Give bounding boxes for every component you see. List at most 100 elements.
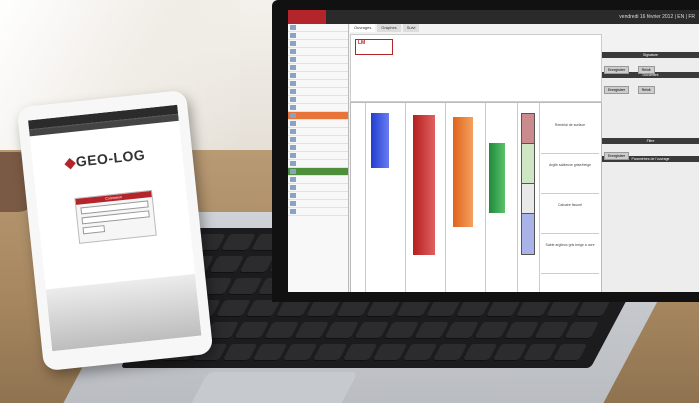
keyboard-key bbox=[365, 300, 401, 317]
list-item[interactable] bbox=[288, 200, 348, 208]
list-item[interactable] bbox=[288, 48, 348, 56]
keyboard-key bbox=[455, 300, 491, 317]
borehole-list bbox=[288, 24, 349, 292]
keyboard-key bbox=[545, 300, 581, 317]
app-topbar: vendredi 16 février 2012 | EN | FR bbox=[288, 10, 699, 24]
list-item[interactable] bbox=[288, 104, 348, 112]
list-item[interactable] bbox=[288, 72, 348, 80]
keyboard-key bbox=[233, 322, 270, 339]
company-logo: LM bbox=[355, 39, 393, 55]
list-item-highlighted[interactable] bbox=[288, 168, 348, 176]
litho-layer bbox=[521, 113, 535, 145]
keyboard-key bbox=[252, 344, 288, 361]
tab-ouvrages[interactable]: Ouvrages bbox=[350, 24, 376, 32]
list-item[interactable] bbox=[288, 96, 348, 104]
keyboard-key bbox=[425, 300, 461, 317]
keyboard-key bbox=[293, 322, 330, 339]
tab-suivi[interactable]: Suivi bbox=[402, 24, 420, 32]
keyboard-key bbox=[342, 344, 378, 361]
layer-description: Calcaire fissuré bbox=[541, 203, 599, 234]
geolog-logo: ◆GEO-LOG bbox=[64, 146, 146, 171]
layer-description: Sable argileux gris beige à ocre bbox=[541, 243, 599, 274]
list-item[interactable] bbox=[288, 144, 348, 152]
list-item[interactable] bbox=[288, 176, 348, 184]
app-brand-block bbox=[288, 10, 326, 24]
keyboard-key bbox=[245, 300, 281, 317]
keyboard-key bbox=[462, 344, 498, 361]
side-panel: Signature Enregistrer Réinit Document En… bbox=[602, 52, 699, 292]
list-item[interactable] bbox=[288, 128, 348, 136]
litho-layer bbox=[521, 183, 535, 215]
curve-red bbox=[413, 115, 435, 255]
keyboard-key bbox=[353, 322, 390, 339]
keyboard-key bbox=[335, 300, 371, 317]
litho-layer bbox=[521, 143, 535, 185]
list-item[interactable] bbox=[288, 64, 348, 72]
keyboard-key bbox=[275, 300, 311, 317]
litho-layer bbox=[521, 213, 535, 255]
topbar-date: vendredi 16 février 2012 | EN | FR bbox=[619, 14, 695, 20]
keyboard-key bbox=[473, 322, 510, 339]
login-button[interactable] bbox=[82, 225, 106, 235]
save-button[interactable]: Enregistrer bbox=[604, 66, 630, 74]
list-item[interactable] bbox=[288, 136, 348, 144]
list-item[interactable] bbox=[288, 56, 348, 64]
list-item[interactable] bbox=[288, 120, 348, 128]
keyboard-key bbox=[503, 322, 540, 339]
save-button[interactable]: Enregistrer bbox=[604, 152, 630, 160]
track-red bbox=[405, 103, 446, 292]
borehole-info-panel: LM bbox=[350, 34, 602, 102]
tablet-screen: ◆GEO-LOG Connexion bbox=[28, 104, 202, 352]
list-item[interactable] bbox=[288, 192, 348, 200]
keyboard-key bbox=[492, 344, 528, 361]
list-item[interactable] bbox=[288, 208, 348, 216]
keyboard-key bbox=[282, 344, 318, 361]
list-item[interactable] bbox=[288, 184, 348, 192]
keyboard-key bbox=[413, 322, 450, 339]
keyboard-key bbox=[443, 322, 480, 339]
depth-track bbox=[351, 103, 366, 292]
keyboard-key bbox=[533, 322, 570, 339]
logo-text: GEO-LOG bbox=[75, 146, 146, 170]
keyboard-key bbox=[263, 322, 300, 339]
layer-description: Remblai de surface bbox=[541, 123, 599, 154]
keyboard-key bbox=[552, 344, 588, 361]
keyboard-key bbox=[312, 344, 348, 361]
login-form: Connexion bbox=[74, 189, 157, 244]
keyboard-key bbox=[575, 300, 611, 317]
tablet-footer bbox=[45, 273, 202, 352]
list-item[interactable] bbox=[288, 40, 348, 48]
list-item[interactable] bbox=[288, 152, 348, 160]
keyboard-key bbox=[372, 344, 408, 361]
list-item-selected[interactable] bbox=[288, 112, 348, 120]
keyboard-key bbox=[563, 322, 600, 339]
keyboard-key bbox=[222, 344, 258, 361]
photo-scene: vendredi 16 février 2012 | EN | FR Ouvra… bbox=[0, 0, 699, 403]
tablet: ◆GEO-LOG Connexion bbox=[16, 89, 214, 372]
laptop-screen: vendredi 16 février 2012 | EN | FR Ouvra… bbox=[288, 10, 699, 292]
keyboard-key bbox=[402, 344, 438, 361]
keyboard-key bbox=[485, 300, 521, 317]
keyboard-key bbox=[323, 322, 360, 339]
keyboard-key bbox=[515, 300, 551, 317]
reset-button[interactable]: Réinit bbox=[637, 86, 655, 94]
tab-graphes[interactable]: Graphes bbox=[377, 24, 401, 32]
save-button[interactable]: Enregistrer bbox=[604, 86, 630, 94]
list-item[interactable] bbox=[288, 24, 348, 32]
curve-orange bbox=[453, 117, 473, 227]
list-item[interactable] bbox=[288, 32, 348, 40]
track-blue bbox=[365, 103, 406, 292]
keyboard-key bbox=[432, 344, 468, 361]
layer-description: Argile sableuse grise/beige bbox=[541, 163, 599, 194]
keyboard-key bbox=[305, 300, 341, 317]
keyboard-key bbox=[215, 300, 251, 317]
curve-blue bbox=[371, 113, 389, 168]
keyboard-key bbox=[239, 256, 275, 273]
keyboard-key bbox=[522, 344, 558, 361]
list-item[interactable] bbox=[288, 80, 348, 88]
keyboard-key bbox=[383, 322, 420, 339]
borehole-log: Remblai de surface Argile sableuse grise… bbox=[350, 102, 602, 292]
track-green bbox=[485, 103, 518, 292]
list-item[interactable] bbox=[288, 88, 348, 96]
list-item[interactable] bbox=[288, 160, 348, 168]
